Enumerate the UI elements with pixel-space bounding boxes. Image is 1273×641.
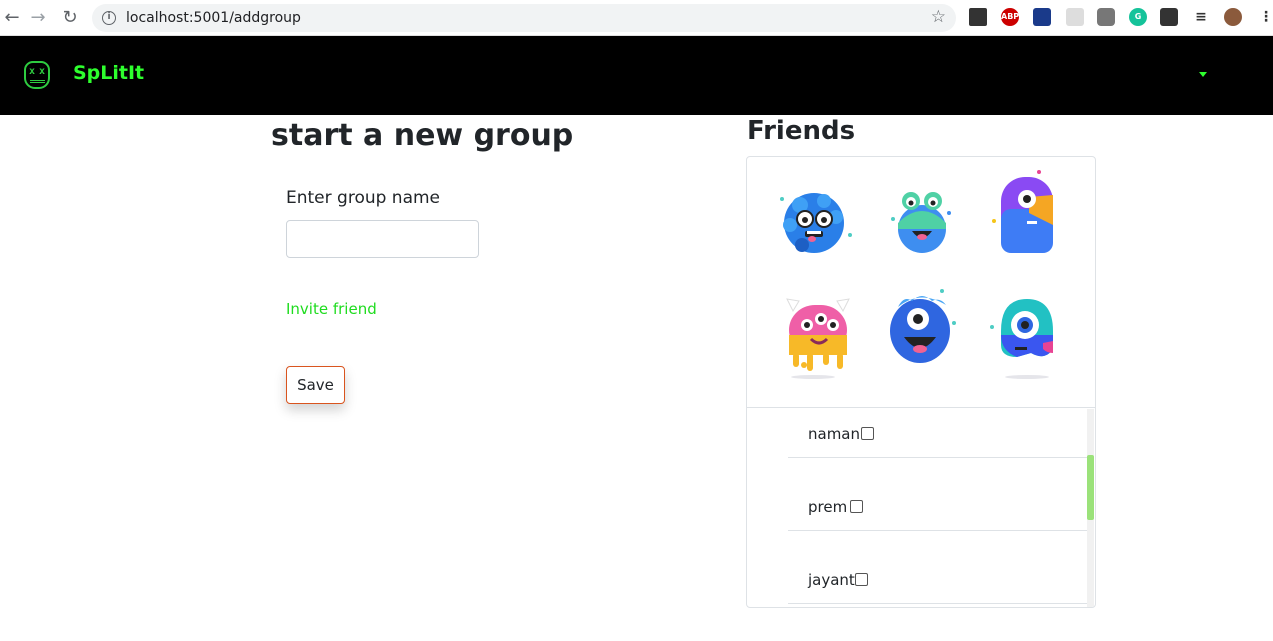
friend-checkbox[interactable]	[861, 427, 874, 440]
friends-list: naman prem jayant	[747, 407, 1095, 607]
friends-scrollbar[interactable]	[1087, 409, 1094, 607]
list-item: jayant	[788, 554, 1089, 604]
monster-illustration	[786, 298, 850, 379]
logo-icon[interactable]: xx	[24, 61, 50, 89]
info-icon[interactable]: i	[102, 11, 116, 25]
grid-extension-icon[interactable]	[1066, 8, 1084, 26]
monster-illustration	[990, 299, 1053, 379]
menu-icon[interactable]: ⋮	[1257, 8, 1273, 26]
group-name-input[interactable]	[286, 220, 479, 258]
browser-toolbar: ← → ↻ i localhost:5001/addgroup ☆ ABP G …	[0, 0, 1273, 36]
brand-name[interactable]: SpLitIt	[73, 62, 144, 84]
monitor-extension-icon[interactable]	[1033, 8, 1051, 26]
address-bar[interactable]: i localhost:5001/addgroup ☆	[92, 4, 956, 32]
profile-avatar[interactable]	[1224, 8, 1242, 26]
app-navbar: xx SpLitIt	[0, 36, 1273, 115]
camera-extension-icon[interactable]	[1097, 8, 1115, 26]
list-item: naman	[788, 408, 1089, 458]
forward-icon[interactable]: →	[26, 6, 50, 30]
back-icon[interactable]: ←	[0, 6, 24, 30]
reload-icon[interactable]: ↻	[58, 6, 82, 30]
scrollbar-thumb[interactable]	[1087, 455, 1094, 520]
invite-friend-link[interactable]: Invite friend	[286, 300, 377, 318]
friends-card: naman prem jayant	[746, 156, 1096, 608]
puzzle-extension-icon[interactable]	[1160, 8, 1178, 26]
cube-extension-icon[interactable]	[969, 8, 987, 26]
media-control-icon[interactable]: ≡	[1192, 8, 1210, 26]
grammarly-extension-icon[interactable]: G	[1129, 8, 1147, 26]
friend-name: naman	[808, 425, 861, 443]
friend-checkbox[interactable]	[850, 500, 863, 513]
friend-name: prem	[808, 498, 848, 516]
friend-checkbox[interactable]	[855, 573, 868, 586]
save-button[interactable]: Save	[286, 366, 345, 404]
monster-illustration	[890, 289, 956, 363]
dropdown-caret-icon[interactable]	[1199, 72, 1207, 77]
monster-illustration	[891, 192, 951, 253]
monster-illustration	[780, 193, 852, 253]
url-text: localhost:5001/addgroup	[126, 10, 301, 26]
adblock-extension-icon[interactable]: ABP	[1001, 8, 1019, 26]
bookmark-star-icon[interactable]: ☆	[931, 7, 946, 27]
group-name-label: Enter group name	[286, 188, 441, 208]
friend-name: jayant	[808, 571, 855, 589]
list-item: prem	[788, 481, 1089, 531]
page-title: start a new group	[271, 118, 574, 153]
friends-title: Friends	[747, 116, 856, 146]
monster-illustration	[992, 170, 1053, 253]
